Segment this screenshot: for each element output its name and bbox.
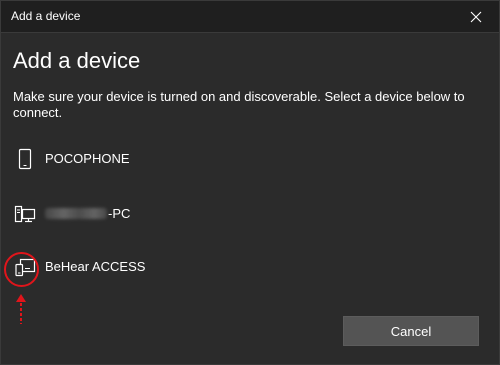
device-item-pc[interactable]: -PC [5,190,495,238]
phone-icon [18,148,32,170]
instructions-text: Make sure your device is turned on and d… [13,89,465,120]
audio-device-icon [15,258,36,277]
device-label: -PC [45,206,130,221]
cancel-button[interactable]: Cancel [343,316,479,346]
device-item-pocophone[interactable]: POCOPHONE [5,135,495,183]
device-label: POCOPHONE [45,151,130,166]
obscured-name [45,208,107,219]
page-title: Add a device [13,48,141,73]
window-title: Add a device [11,9,81,23]
add-device-dialog: Add a device Add a device Make sure your… [0,0,500,365]
device-label-suffix: -PC [108,206,131,221]
close-button[interactable] [453,1,499,32]
title-bar: Add a device [1,1,499,33]
close-icon [470,11,482,22]
arrow-up-icon [16,294,26,324]
device-label: BeHear ACCESS [45,259,146,274]
device-item-behear-access[interactable]: BeHear ACCESS [5,243,495,291]
desktop-computer-icon [14,205,36,223]
